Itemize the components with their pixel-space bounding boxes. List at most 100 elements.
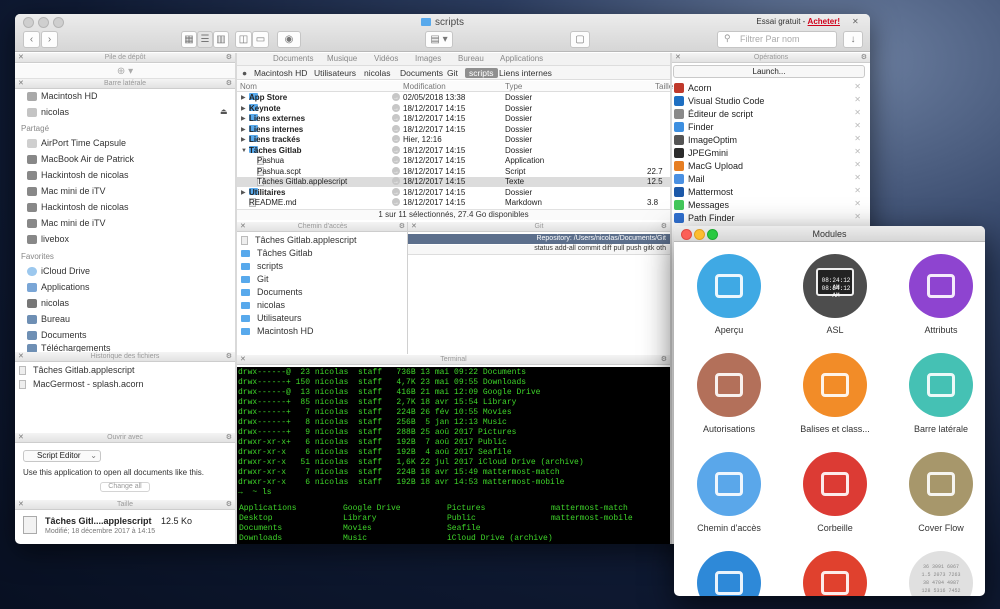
file-row[interactable]: ▶ App Store → 02/05/2018 13:38 Dossier: [237, 93, 670, 103]
remove-icon[interactable]: ✕: [854, 134, 861, 143]
path-item[interactable]: Utilisateurs: [241, 313, 302, 323]
operation-item[interactable]: JPEGmini ✕: [674, 146, 864, 159]
breadcrumb-item[interactable]: nicolas: [364, 68, 390, 78]
arrow-right-icon[interactable]: →: [392, 124, 400, 133]
sidebar-item-shared[interactable]: Hackintosh de nicolas: [27, 202, 129, 212]
panel-close-icon[interactable]: ✕: [18, 433, 24, 443]
sidebar-item-shared[interactable]: livebox: [27, 234, 69, 244]
panel-close-icon[interactable]: ✕: [411, 222, 417, 232]
panel-settings-icon[interactable]: ⚙: [226, 500, 232, 510]
arrow-right-icon[interactable]: →: [392, 177, 400, 185]
file-row[interactable]: ▶ Liens trackés → Hier, 12:16 Dossier: [237, 135, 670, 145]
module-item[interactable]: 36 3091 6067 1.5 2073 7263 38 4704 4987 128…: [891, 551, 985, 596]
breadcrumb-item[interactable]: Liens internes: [499, 68, 552, 78]
module-item[interactable]: [679, 551, 779, 596]
module-item[interactable]: [785, 551, 885, 596]
close-icon[interactable]: ✕: [852, 17, 862, 27]
column-name[interactable]: Nom: [240, 82, 257, 91]
file-row[interactable]: README.md → 18/12/2017 14:15 Markdown 3.8: [237, 198, 670, 208]
breadcrumb-item[interactable]: Git: [447, 68, 458, 78]
download-button[interactable]: ↓: [843, 31, 863, 48]
module-item[interactable]: Autorisations: [679, 353, 779, 438]
disclosure-icon[interactable]: ▶: [241, 93, 246, 103]
column-type[interactable]: Type: [505, 82, 522, 91]
sidebar-item-favorite[interactable]: iCloud Drive: [27, 266, 90, 276]
remove-icon[interactable]: ✕: [854, 212, 861, 221]
menu-images[interactable]: Images: [415, 54, 441, 63]
column-modified[interactable]: Modification: [403, 82, 446, 91]
panel-settings-icon[interactable]: ⚙: [226, 433, 232, 443]
arrange-button[interactable]: ▤ ▾: [425, 31, 453, 48]
sidebar-item-shared[interactable]: Mac mini de iTV: [27, 218, 106, 228]
arrow-right-icon[interactable]: →: [392, 145, 400, 154]
eject-icon[interactable]: ⏏: [220, 107, 228, 116]
arrow-right-icon[interactable]: →: [392, 156, 400, 164]
remove-icon[interactable]: ✕: [854, 121, 861, 130]
menu-desktop[interactable]: Bureau: [458, 54, 484, 63]
module-item[interactable]: Aperçu: [679, 254, 779, 339]
remove-icon[interactable]: ✕: [854, 199, 861, 208]
arrow-right-icon[interactable]: →: [392, 103, 400, 112]
arrow-right-icon[interactable]: →: [392, 187, 400, 196]
panel-close-icon[interactable]: ✕: [240, 222, 246, 232]
history-item[interactable]: MacGermost - splash.acorn: [19, 379, 144, 389]
file-row[interactable]: ▶ Utilitaires → 18/12/2017 14:15 Dossier: [237, 187, 670, 198]
module-item[interactable]: Balises et class...: [785, 353, 885, 438]
column-view-button[interactable]: ▥: [213, 31, 229, 48]
module-item[interactable]: Attributs: [891, 254, 985, 339]
menu-documents[interactable]: Documents: [273, 54, 313, 63]
panel-close-icon[interactable]: ✕: [18, 352, 24, 362]
breadcrumb-item[interactable]: Utilisateurs: [314, 68, 356, 78]
operation-item[interactable]: Mattermost ✕: [674, 185, 864, 198]
remove-icon[interactable]: ✕: [854, 147, 861, 156]
panel-settings-icon[interactable]: ⚙: [661, 222, 667, 232]
breadcrumb-item[interactable]: Macintosh HD: [254, 68, 307, 78]
panel-close-icon[interactable]: ✕: [18, 79, 24, 89]
file-row[interactable]: ▼ Tâches Gitlab → 18/12/2017 14:15 Dossier: [237, 145, 670, 156]
share-button[interactable]: ▢: [570, 31, 590, 48]
app-select[interactable]: Script Editor ⌄: [23, 450, 101, 462]
sidebar-item-favorite[interactable]: nicolas: [27, 298, 69, 308]
back-button[interactable]: ‹: [23, 31, 40, 48]
sidebar-item-shared[interactable]: Mac mini de iTV: [27, 186, 106, 196]
right-splitter[interactable]: [670, 53, 672, 544]
sidebar-item-favorite[interactable]: Documents: [27, 330, 87, 340]
menu-music[interactable]: Musique: [327, 54, 357, 63]
preview-eye-button[interactable]: ◉: [277, 31, 301, 48]
single-pane-button[interactable]: ▭: [252, 31, 269, 48]
remove-icon[interactable]: ✕: [854, 82, 861, 91]
sidebar-item-shared[interactable]: AirPort Time Capsule: [27, 138, 126, 148]
panel-close-icon[interactable]: ✕: [18, 500, 24, 510]
disclosure-icon[interactable]: ▶: [241, 114, 246, 124]
history-item[interactable]: Tâches Gitlab.applescript: [19, 365, 135, 375]
module-item[interactable]: Chemin d'accès: [679, 452, 779, 537]
sidebar-item-shared[interactable]: MacBook Air de Patrick: [27, 154, 134, 164]
path-item[interactable]: Tâches Gitlab.applescript: [241, 235, 357, 245]
remove-icon[interactable]: ✕: [854, 173, 861, 182]
file-row[interactable]: Tâches Gitlab.applescript → 18/12/2017 14:…: [237, 177, 670, 187]
operation-item[interactable]: Éditeur de script ✕: [674, 107, 864, 120]
list-view-button[interactable]: ☰: [197, 31, 213, 48]
path-item[interactable]: Documents: [241, 287, 303, 297]
menu-videos[interactable]: Vidéos: [374, 54, 398, 63]
dual-pane-button[interactable]: ◫: [235, 31, 252, 48]
operation-item[interactable]: Visual Studio Code ✕: [674, 94, 864, 107]
sidebar-item-favorite[interactable]: Applications: [27, 282, 90, 292]
operation-item[interactable]: Finder ✕: [674, 120, 864, 133]
panel-close-icon[interactable]: ✕: [675, 53, 681, 63]
panel-settings-icon[interactable]: ⚙: [226, 53, 232, 63]
path-item[interactable]: Tâches Gitlab: [241, 248, 313, 258]
forward-button[interactable]: ›: [41, 31, 58, 48]
operation-item[interactable]: Mail ✕: [674, 172, 864, 185]
sidebar-item-favorite[interactable]: Bureau: [27, 314, 70, 324]
file-row[interactable]: ▶ Liens externes → 18/12/2017 14:15 Dossier: [237, 114, 670, 124]
disclosure-icon[interactable]: ▶: [241, 188, 246, 198]
operation-item[interactable]: Acorn ✕: [674, 81, 864, 94]
breadcrumb-current[interactable]: scripts: [465, 68, 498, 78]
disclosure-icon[interactable]: ▶: [241, 104, 246, 114]
disclosure-icon[interactable]: ▶: [241, 135, 246, 145]
module-item[interactable]: Barre latérale: [891, 353, 985, 438]
sidebar-item-macintosh-hd[interactable]: Macintosh HD: [27, 91, 98, 101]
panel-settings-icon[interactable]: ⚙: [861, 53, 867, 63]
disclosure-icon[interactable]: ▼: [241, 146, 247, 156]
